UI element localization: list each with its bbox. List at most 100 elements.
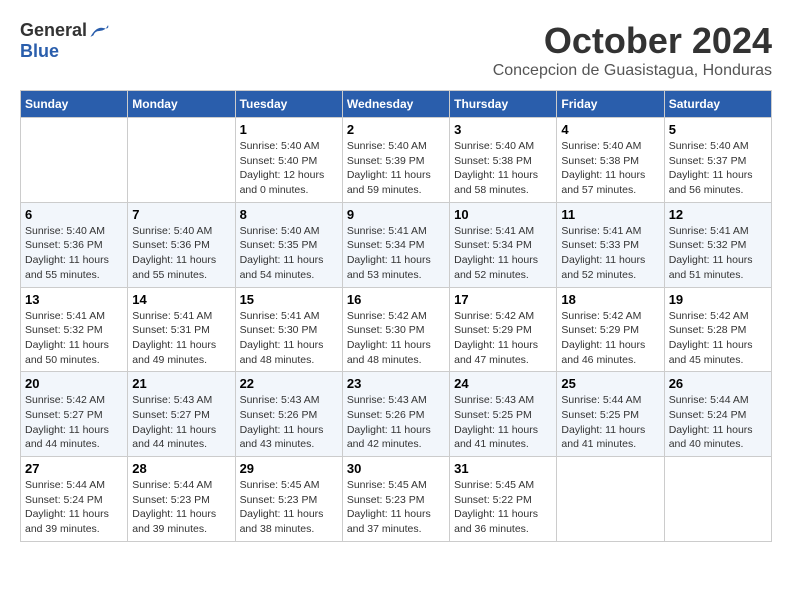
logo: General Blue [20,20,111,62]
table-row: 9 Sunrise: 5:41 AM Sunset: 5:34 PM Daylig… [342,202,449,287]
table-row [557,457,664,542]
cell-daylight-info: Sunrise: 5:45 AM Sunset: 5:22 PM Dayligh… [454,478,552,537]
table-row: 21 Sunrise: 5:43 AM Sunset: 5:27 PM Dayli… [128,372,235,457]
table-row: 13 Sunrise: 5:41 AM Sunset: 5:32 PM Dayli… [21,287,128,372]
table-row: 17Sunrise: 5:42 AM Sunset: 5:29 PM Dayli… [450,287,557,372]
table-row: 3 Sunrise: 5:40 AM Sunset: 5:38 PM Daylig… [450,118,557,203]
cell-daylight-info: Sunrise: 5:40 AM Sunset: 5:36 PM Dayligh… [132,224,230,283]
day-number: 7 [132,207,230,222]
day-number: 8 [240,207,338,222]
calendar-header-row: Sunday Monday Tuesday Wednesday Thursday… [21,91,772,118]
calendar-table: Sunday Monday Tuesday Wednesday Thursday… [20,90,772,542]
title-block: October 2024 Concepcion de Guasistagua, … [493,20,772,80]
day-number: 26 [669,376,767,391]
table-row: 15 Sunrise: 5:41 AM Sunset: 5:30 PM Dayli… [235,287,342,372]
table-row: 8 Sunrise: 5:40 AM Sunset: 5:35 PM Daylig… [235,202,342,287]
day-number: 13 [25,292,123,307]
day-number: 19 [669,292,767,307]
day-number: 11 [561,207,659,222]
table-row: 31Sunrise: 5:45 AM Sunset: 5:22 PM Dayli… [450,457,557,542]
table-row [128,118,235,203]
day-number: 20 [25,376,123,391]
cell-daylight-info: Sunrise: 5:45 AM Sunset: 5:23 PM Dayligh… [347,478,445,537]
calendar-week-row: 13 Sunrise: 5:41 AM Sunset: 5:32 PM Dayli… [21,287,772,372]
location-title: Concepcion de Guasistagua, Honduras [493,62,772,80]
table-row: 10 Sunrise: 5:41 AM Sunset: 5:34 PM Dayli… [450,202,557,287]
cell-daylight-info: Sunrise: 5:44 AM Sunset: 5:25 PM Dayligh… [561,393,659,452]
cell-daylight-info: Sunrise: 5:45 AM Sunset: 5:23 PM Dayligh… [240,478,338,537]
table-row: 29 Sunrise: 5:45 AM Sunset: 5:23 PM Dayli… [235,457,342,542]
table-row [21,118,128,203]
cell-daylight-info: Sunrise: 5:40 AM Sunset: 5:37 PM Dayligh… [669,139,767,198]
table-row: 27Sunrise: 5:44 AM Sunset: 5:24 PM Dayli… [21,457,128,542]
cell-daylight-info: Sunrise: 5:44 AM Sunset: 5:24 PM Dayligh… [25,478,123,537]
day-number: 30 [347,461,445,476]
cell-daylight-info: Sunrise: 5:41 AM Sunset: 5:34 PM Dayligh… [454,224,552,283]
day-number: 10 [454,207,552,222]
cell-daylight-info: Sunrise: 5:40 AM Sunset: 5:36 PM Dayligh… [25,224,123,283]
day-number: 3 [454,122,552,137]
day-number: 25 [561,376,659,391]
day-number: 16 [347,292,445,307]
table-row: 19 Sunrise: 5:42 AM Sunset: 5:28 PM Dayli… [664,287,771,372]
col-saturday: Saturday [664,91,771,118]
day-number: 18 [561,292,659,307]
cell-daylight-info: Sunrise: 5:41 AM Sunset: 5:30 PM Dayligh… [240,309,338,368]
cell-daylight-info: Sunrise: 5:43 AM Sunset: 5:26 PM Dayligh… [240,393,338,452]
day-number: 1 [240,122,338,137]
cell-daylight-info: Sunrise: 5:41 AM Sunset: 5:31 PM Dayligh… [132,309,230,368]
table-row: 25 Sunrise: 5:44 AM Sunset: 5:25 PM Dayli… [557,372,664,457]
col-monday: Monday [128,91,235,118]
day-number: 9 [347,207,445,222]
table-row: 23 Sunrise: 5:43 AM Sunset: 5:26 PM Dayli… [342,372,449,457]
table-row: 22 Sunrise: 5:43 AM Sunset: 5:26 PM Dayli… [235,372,342,457]
cell-daylight-info: Sunrise: 5:42 AM Sunset: 5:29 PM Dayligh… [454,309,552,368]
month-title: October 2024 [493,20,772,62]
cell-daylight-info: Sunrise: 5:40 AM Sunset: 5:35 PM Dayligh… [240,224,338,283]
cell-daylight-info: Sunrise: 5:43 AM Sunset: 5:25 PM Dayligh… [454,393,552,452]
col-thursday: Thursday [450,91,557,118]
cell-daylight-info: Sunrise: 5:40 AM Sunset: 5:39 PM Dayligh… [347,139,445,198]
cell-daylight-info: Sunrise: 5:42 AM Sunset: 5:29 PM Dayligh… [561,309,659,368]
cell-daylight-info: Sunrise: 5:41 AM Sunset: 5:32 PM Dayligh… [25,309,123,368]
day-number: 6 [25,207,123,222]
cell-daylight-info: Sunrise: 5:43 AM Sunset: 5:26 PM Dayligh… [347,393,445,452]
cell-daylight-info: Sunrise: 5:42 AM Sunset: 5:28 PM Dayligh… [669,309,767,368]
cell-daylight-info: Sunrise: 5:40 AM Sunset: 5:38 PM Dayligh… [561,139,659,198]
logo-blue-text: Blue [20,41,59,62]
table-row: 6 Sunrise: 5:40 AM Sunset: 5:36 PM Daylig… [21,202,128,287]
cell-daylight-info: Sunrise: 5:41 AM Sunset: 5:34 PM Dayligh… [347,224,445,283]
table-row: 7 Sunrise: 5:40 AM Sunset: 5:36 PM Daylig… [128,202,235,287]
table-row: 14Sunrise: 5:41 AM Sunset: 5:31 PM Dayli… [128,287,235,372]
day-number: 24 [454,376,552,391]
cell-daylight-info: Sunrise: 5:44 AM Sunset: 5:23 PM Dayligh… [132,478,230,537]
day-number: 15 [240,292,338,307]
day-number: 5 [669,122,767,137]
cell-daylight-info: Sunrise: 5:43 AM Sunset: 5:27 PM Dayligh… [132,393,230,452]
day-number: 21 [132,376,230,391]
table-row: 26 Sunrise: 5:44 AM Sunset: 5:24 PM Dayli… [664,372,771,457]
cell-daylight-info: Sunrise: 5:44 AM Sunset: 5:24 PM Dayligh… [669,393,767,452]
cell-daylight-info: Sunrise: 5:41 AM Sunset: 5:33 PM Dayligh… [561,224,659,283]
calendar-week-row: 6 Sunrise: 5:40 AM Sunset: 5:36 PM Daylig… [21,202,772,287]
cell-daylight-info: Sunrise: 5:40 AM Sunset: 5:38 PM Dayligh… [454,139,552,198]
table-row: 28Sunrise: 5:44 AM Sunset: 5:23 PM Dayli… [128,457,235,542]
table-row: 12Sunrise: 5:41 AM Sunset: 5:32 PM Dayli… [664,202,771,287]
cell-daylight-info: Sunrise: 5:42 AM Sunset: 5:30 PM Dayligh… [347,309,445,368]
table-row: 30 Sunrise: 5:45 AM Sunset: 5:23 PM Dayli… [342,457,449,542]
col-tuesday: Tuesday [235,91,342,118]
table-row: 20 Sunrise: 5:42 AM Sunset: 5:27 PM Dayli… [21,372,128,457]
day-number: 29 [240,461,338,476]
day-number: 2 [347,122,445,137]
day-number: 4 [561,122,659,137]
day-number: 23 [347,376,445,391]
cell-daylight-info: Sunrise: 5:40 AM Sunset: 5:40 PM Dayligh… [240,139,338,198]
cell-daylight-info: Sunrise: 5:42 AM Sunset: 5:27 PM Dayligh… [25,393,123,452]
col-friday: Friday [557,91,664,118]
day-number: 22 [240,376,338,391]
col-sunday: Sunday [21,91,128,118]
table-row: 16 Sunrise: 5:42 AM Sunset: 5:30 PM Dayli… [342,287,449,372]
table-row: 4 Sunrise: 5:40 AM Sunset: 5:38 PM Daylig… [557,118,664,203]
logo-bird-icon [89,22,111,40]
table-row: 1 Sunrise: 5:40 AM Sunset: 5:40 PM Daylig… [235,118,342,203]
